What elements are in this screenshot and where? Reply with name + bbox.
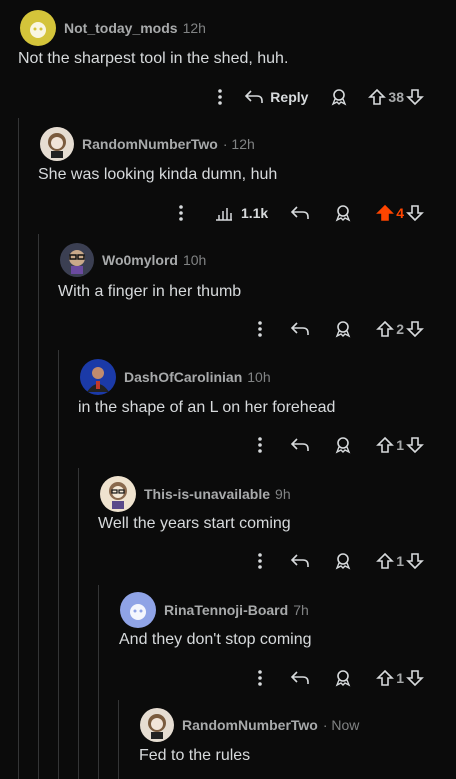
avatar-figure-icon — [148, 714, 166, 739]
comment-body: in the shape of an L on her forehead — [78, 399, 336, 416]
comment-body: She was looking kinda dumn, huh — [38, 166, 278, 183]
reply-icon[interactable] — [290, 431, 310, 459]
avatar[interactable] — [140, 708, 174, 742]
award-icon[interactable] — [334, 547, 352, 575]
vote-count: 1 — [396, 553, 404, 569]
downvote-icon[interactable] — [406, 199, 424, 227]
username[interactable]: RandomNumberTwo — [82, 136, 218, 152]
reply-icon[interactable] — [290, 664, 310, 692]
downvote-icon[interactable] — [406, 83, 424, 111]
bar-chart-icon — [215, 208, 232, 221]
avatar[interactable] — [100, 476, 136, 512]
more-options-icon[interactable] — [250, 431, 270, 459]
upvote-icon[interactable] — [376, 199, 395, 227]
comment-body: Fed to the rules — [139, 747, 251, 764]
downvote-icon[interactable] — [406, 664, 424, 692]
comment-body: And they don't stop coming — [119, 631, 312, 648]
timestamp: · 12h — [222, 136, 255, 152]
vote-count: 38 — [388, 89, 404, 105]
avatar-photo-icon — [87, 367, 109, 392]
thread-line — [38, 234, 39, 779]
timestamp: 7h — [293, 602, 309, 618]
timestamp: 9h — [275, 486, 291, 502]
downvote-icon[interactable] — [406, 431, 424, 459]
insights-button[interactable]: 1.1k — [215, 199, 270, 227]
avatar[interactable] — [60, 243, 94, 277]
award-icon[interactable] — [334, 315, 352, 343]
reply-icon[interactable] — [290, 315, 310, 343]
more-options-icon[interactable] — [171, 199, 191, 227]
reply-label: Reply — [270, 89, 309, 105]
award-icon[interactable] — [334, 199, 352, 227]
reply-button[interactable]: Reply — [244, 83, 308, 111]
timestamp: · Now — [322, 717, 360, 733]
avatar-figure-icon — [109, 482, 127, 509]
username[interactable]: This-is-unavailable — [144, 486, 270, 502]
timestamp: 12h — [182, 20, 206, 36]
username[interactable]: Not_today_mods — [64, 20, 178, 36]
username[interactable]: DashOfCarolinian — [124, 369, 242, 385]
username[interactable]: RandomNumberTwo — [182, 717, 318, 733]
more-options-icon[interactable] — [250, 547, 270, 575]
username[interactable]: RinaTennoji-Board — [164, 602, 288, 618]
thread-line — [58, 350, 59, 779]
award-icon[interactable] — [334, 664, 352, 692]
avatar[interactable] — [40, 127, 74, 161]
more-options-icon[interactable] — [250, 664, 270, 692]
downvote-icon[interactable] — [406, 315, 424, 343]
vote-count: 2 — [396, 321, 404, 337]
snoo-icon — [30, 22, 46, 38]
reply-icon[interactable] — [290, 547, 310, 575]
avatar-figure-icon — [69, 250, 85, 274]
view-count: 1.1k — [240, 205, 269, 221]
timestamp: 10h — [182, 252, 207, 268]
award-icon[interactable] — [330, 83, 348, 111]
timestamp: 10h — [247, 369, 271, 385]
snoo-icon — [130, 604, 146, 620]
avatar[interactable] — [20, 10, 56, 46]
thread-line — [118, 700, 119, 779]
upvote-icon[interactable] — [376, 315, 395, 343]
vote-count: 4 — [396, 205, 404, 221]
upvote-icon[interactable] — [376, 664, 395, 692]
thread-line — [78, 468, 79, 779]
avatar[interactable] — [120, 592, 156, 628]
vote-count: 1 — [396, 670, 404, 686]
downvote-icon[interactable] — [406, 547, 424, 575]
comment-body: Not the sharpest tool in the shed, huh. — [18, 50, 289, 67]
upvote-icon[interactable] — [376, 547, 395, 575]
reply-icon — [245, 90, 264, 103]
username[interactable]: Wo0mylord — [102, 252, 178, 268]
thread-line — [98, 585, 99, 779]
more-options-icon[interactable] — [250, 315, 270, 343]
comment-body: Well the years start coming — [98, 515, 291, 532]
avatar[interactable] — [80, 359, 116, 395]
reply-icon[interactable] — [290, 199, 310, 227]
avatar-figure-icon — [48, 133, 66, 158]
upvote-icon[interactable] — [376, 431, 395, 459]
thread-line — [18, 118, 19, 779]
award-icon[interactable] — [334, 431, 352, 459]
comment-body: With a finger in her thumb — [58, 283, 242, 300]
upvote-icon[interactable] — [368, 83, 387, 111]
more-options-icon[interactable] — [206, 83, 234, 111]
vote-count: 1 — [396, 437, 404, 453]
